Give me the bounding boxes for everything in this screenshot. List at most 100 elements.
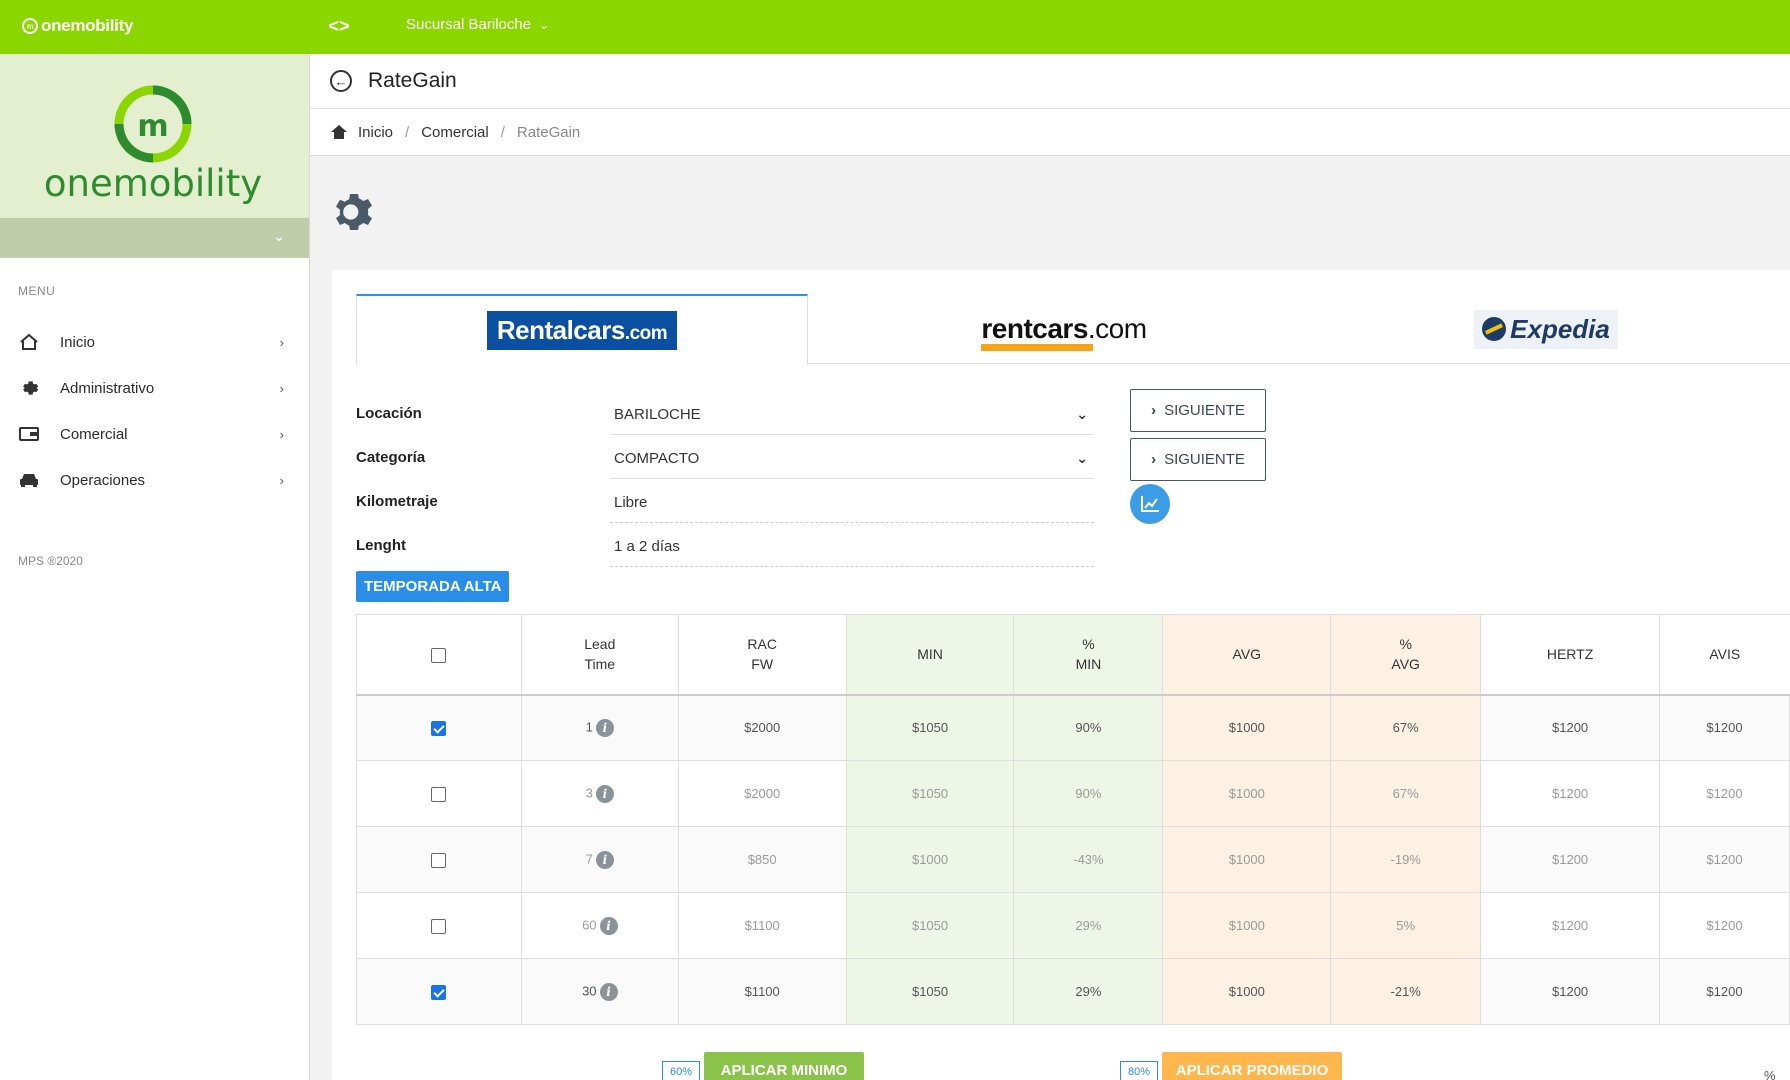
home-icon (331, 125, 347, 139)
chevron-right-icon: › (279, 380, 284, 396)
sidebar-brand: m onemobility (0, 54, 309, 218)
header-pct-avg: % AVG (1330, 614, 1482, 696)
min-pct-input[interactable]: 60% (662, 1061, 700, 1080)
branch-label: Sucursal Bariloche (406, 16, 532, 33)
top-bar: m onemobility <> Sucursal Bariloche ⌄ (0, 0, 1790, 54)
brand-name: onemobility (44, 162, 262, 204)
user-panel[interactable]: ⌄ (0, 218, 309, 258)
menu-title: MENU (18, 284, 56, 298)
pct-avg-cell: 5% (1330, 892, 1482, 959)
location-select[interactable]: BARILOCHE ⌄ (610, 395, 1094, 435)
info-icon[interactable]: i (595, 784, 614, 803)
chevron-down-icon: ⌄ (1076, 406, 1088, 422)
pct-min-cell: 90% (1013, 760, 1164, 827)
info-icon[interactable]: i (599, 916, 618, 935)
lead-time-cell-value: 30 (582, 982, 597, 998)
tab-rentalcars[interactable]: Rentalcars.com (356, 294, 808, 365)
home-icon (18, 331, 40, 353)
lead-time-cell: 30 i (520, 958, 679, 1025)
chevron-down-icon: ⌄ (539, 17, 550, 32)
hertz-cell-value: $1200 (1552, 720, 1589, 736)
rac-fw-cell-value: $1100 (744, 984, 780, 999)
category-value: COMPACTO (614, 450, 700, 467)
tab-rentcars[interactable]: rentcars.com (838, 294, 1290, 364)
header-min: MIN (845, 614, 1015, 696)
sidebar-item-label: Inicio (60, 333, 96, 351)
avg-cell-value: $1000 (1228, 852, 1265, 867)
table-header-row: Lead Time RAC FW MIN % MIN AVG % AVG HERTZ A… (356, 614, 1790, 696)
next-category-button[interactable]: › SIGUIENTE (1130, 438, 1266, 481)
min-cell: $1000 (845, 826, 1015, 893)
row-select-cell (356, 826, 522, 893)
avg-pct-input[interactable]: 80% (1120, 1061, 1158, 1080)
pct-min-cell-value: 90% (1075, 786, 1102, 801)
breadcrumb-current: RateGain (516, 123, 581, 141)
topbar-logo-text: onemobility (41, 16, 134, 35)
apply-avg-button[interactable]: APLICAR PROMEDIO (1162, 1052, 1342, 1080)
pct-min-cell: 29% (1013, 958, 1164, 1025)
hertz-cell: $1200 (1480, 694, 1661, 761)
pct-avg-cell-value: -21% (1390, 984, 1421, 999)
header-rac-fw: RAC FW (677, 614, 847, 696)
svg-text:m: m (137, 109, 168, 144)
sidebar-toggle-icon[interactable]: <> (326, 13, 352, 39)
avg-cell: $1000 (1162, 694, 1332, 761)
sidebar-item-comercial[interactable]: Comercial › (0, 414, 310, 454)
avis-cell-value: $1200 (1706, 918, 1743, 933)
car-icon (18, 469, 40, 491)
select-all-checkbox[interactable] (431, 648, 447, 664)
hertz-cell: $1200 (1480, 826, 1661, 893)
hertz-cell: $1200 (1480, 958, 1661, 1025)
mileage-value: Libre (614, 494, 648, 511)
info-icon[interactable]: i (595, 718, 614, 737)
row-checkbox[interactable] (431, 720, 447, 736)
avg-cell: $1000 (1162, 760, 1332, 827)
info-icon[interactable]: i (595, 850, 614, 869)
branch-selector[interactable]: Sucursal Bariloche ⌄ (406, 16, 549, 33)
lead-time-cell-value: 60 (582, 916, 597, 932)
expedia-logo: Expedia (1474, 309, 1618, 349)
page-title: RateGain (368, 69, 457, 92)
avg-cell-value: $1000 (1228, 918, 1265, 933)
avg-cell-value: $1000 (1228, 786, 1265, 801)
location-value: BARILOCHE (614, 406, 701, 423)
row-select-cell (356, 892, 522, 959)
table-row: 3 i $2000 $1050 90% $1000 67% $1200 $1200 (356, 760, 1790, 827)
avis-cell: $1200 (1659, 694, 1790, 761)
lead-time-cell: 3i (520, 760, 679, 827)
row-checkbox[interactable] (431, 918, 447, 934)
chevron-down-icon: ⌄ (273, 228, 285, 244)
logo-ring-icon: m (22, 18, 38, 34)
row-checkbox[interactable] (431, 984, 447, 1000)
tab-expedia[interactable]: Expedia (1320, 294, 1772, 364)
min-cell: $1050 (845, 892, 1015, 959)
settings-gear-icon[interactable] (330, 188, 378, 236)
provider-tabs: Rentalcars.com rentcars.com Expedia (356, 294, 1790, 365)
breadcrumb-inicio[interactable]: Inicio (358, 124, 393, 141)
row-checkbox[interactable] (431, 786, 447, 802)
season-badge: TEMPORADA ALTA (356, 571, 510, 602)
sidebar-item-inicio[interactable]: Inicio › (0, 322, 310, 362)
avis-cell-value: $1200 (1706, 720, 1743, 736)
apply-min-button[interactable]: APLICAR MINIMO (704, 1052, 864, 1080)
length-field: 1 a 2 días (610, 527, 1094, 567)
back-arrow-icon[interactable]: ← (330, 70, 352, 92)
sidebar-item-label: Administrativo (60, 379, 155, 397)
row-checkbox[interactable] (431, 852, 447, 868)
topbar-logo[interactable]: m onemobility (22, 16, 133, 36)
sidebar-item-administrativo[interactable]: Administrativo › (0, 368, 310, 408)
sidebar-item-operaciones[interactable]: Operaciones › (0, 460, 310, 500)
hertz-cell-value: $1200 (1552, 918, 1589, 933)
mileage-label: Kilometraje (356, 493, 438, 510)
next-location-button[interactable]: › SIGUIENTE (1130, 389, 1266, 432)
header-select-all[interactable] (356, 614, 522, 696)
category-select[interactable]: COMPACTO ⌄ (610, 439, 1094, 479)
table-row: 30 i $1100 $1050 29% $1000 -21% $1200 $1200 (356, 958, 1790, 1025)
rac-fw-cell: $1100 (677, 958, 847, 1025)
info-icon[interactable]: i (599, 982, 618, 1001)
avg-cell-value: $1000 (1228, 984, 1265, 999)
chevron-right-icon: › (1151, 402, 1157, 419)
expedia-globe-icon (1482, 317, 1507, 341)
breadcrumb-comercial[interactable]: Comercial (421, 124, 489, 141)
chart-button[interactable] (1130, 484, 1170, 524)
